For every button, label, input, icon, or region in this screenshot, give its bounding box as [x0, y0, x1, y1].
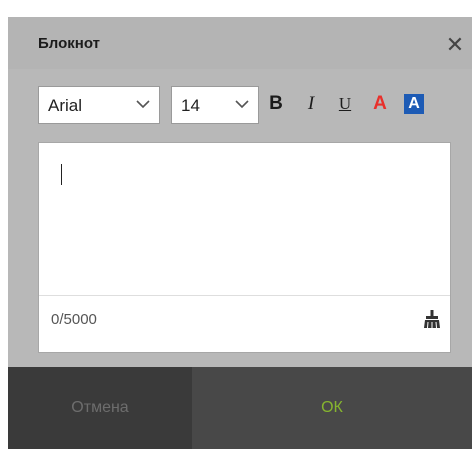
brush-icon[interactable] [423, 309, 441, 329]
italic-button[interactable]: I [301, 92, 321, 116]
close-icon[interactable]: ✕ [444, 34, 466, 57]
editor-box: 0/5000 [38, 142, 451, 353]
font-family-select[interactable]: Arial [38, 86, 160, 124]
underline-button[interactable]: U [335, 92, 355, 116]
text-area[interactable] [39, 143, 450, 295]
highlight-color-button[interactable]: A [404, 94, 424, 114]
character-counter: 0/5000 [51, 311, 97, 328]
cancel-button[interactable]: Отмена [8, 367, 192, 449]
font-size-select[interactable]: 14 [171, 86, 259, 124]
ok-button[interactable]: ОК [192, 367, 472, 449]
font-family-value: Arial [48, 96, 83, 115]
dialog-title: Блокнот [38, 35, 100, 52]
font-color-button[interactable]: A [369, 92, 391, 116]
dialog-header: Блокнот ✕ [8, 17, 472, 69]
font-size-value: 14 [181, 96, 200, 115]
text-caret [61, 164, 62, 185]
editor-footer-divider [39, 295, 450, 296]
bold-button[interactable]: B [266, 92, 286, 116]
chevron-down-icon [136, 100, 150, 109]
chevron-down-icon [235, 100, 249, 109]
notepad-dialog: Блокнот ✕ Arial 14 B I U A A 0/5000 Отме… [8, 17, 472, 449]
